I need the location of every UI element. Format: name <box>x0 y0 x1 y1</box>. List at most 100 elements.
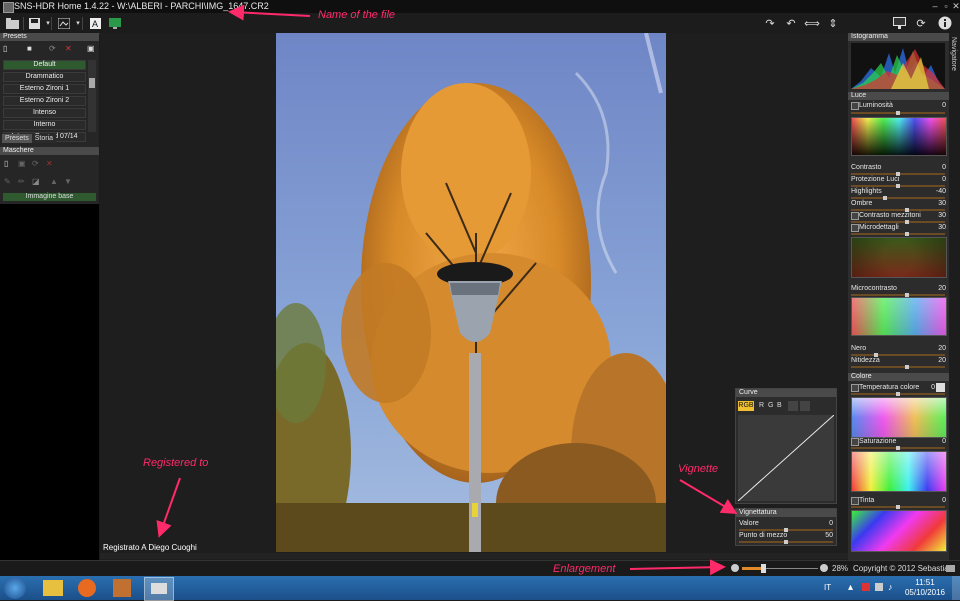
luminosita-checkbox[interactable] <box>851 102 859 110</box>
new-mask-icon[interactable]: ▯ <box>4 159 8 168</box>
vignette-value-slider[interactable] <box>739 528 833 532</box>
channel-r-button[interactable]: R <box>759 402 764 409</box>
export-dropdown-icon[interactable]: ▾ <box>70 15 86 31</box>
gradient-icon[interactable]: ◪ <box>32 177 40 186</box>
pencil-icon[interactable]: ✏ <box>18 177 25 186</box>
network-icon[interactable] <box>875 583 883 591</box>
save-dropdown-icon[interactable]: ▾ <box>40 15 56 31</box>
zoom-out-icon[interactable] <box>731 564 739 572</box>
clock-time[interactable]: 11:51 <box>905 578 945 587</box>
open-folder-icon[interactable] <box>4 15 20 31</box>
explorer-icon[interactable] <box>43 580 63 596</box>
tab-presets[interactable]: Presets <box>2 134 32 143</box>
flip-vertical-icon[interactable]: ⇕ <box>825 15 841 31</box>
slider-thumb[interactable] <box>905 232 909 236</box>
microdettagli-checkbox[interactable] <box>851 224 859 232</box>
tinta-checkbox[interactable] <box>851 497 859 505</box>
preset-item-default[interactable]: Default <box>3 60 86 70</box>
saturazione-checkbox[interactable] <box>851 438 859 446</box>
saturazione-slider[interactable] <box>851 446 945 450</box>
slider-thumb[interactable] <box>896 505 900 509</box>
tinta-slider[interactable] <box>851 505 945 509</box>
clock-date[interactable]: 05/10/2016 <box>902 588 948 597</box>
sns-hdr-taskbar-icon[interactable] <box>144 577 174 601</box>
channel-rgb-button[interactable]: RGB <box>738 401 754 411</box>
slider-thumb[interactable] <box>905 220 909 224</box>
horizontal-scrollbar[interactable] <box>100 553 848 559</box>
text-icon[interactable]: A <box>87 15 103 31</box>
app-taskbar-icon[interactable] <box>113 579 131 597</box>
eyedropper-icon[interactable] <box>936 383 945 392</box>
flip-horizontal-icon[interactable]: ⟺ <box>804 15 820 31</box>
left-panel: Presets ▯ ■ ⟳ ✕ ▣ Default Drammatico Est… <box>0 33 99 560</box>
contrasto-mezzitoni-slider[interactable] <box>851 220 945 224</box>
refresh-preset-icon[interactable]: ⟳ <box>49 44 56 53</box>
microdettagli-slider[interactable] <box>851 232 945 236</box>
channel-g-button[interactable]: G <box>768 402 773 409</box>
presets-scrollbar[interactable] <box>88 60 96 132</box>
image-preset-icon[interactable]: ▣ <box>87 44 95 53</box>
slider-thumb[interactable] <box>896 392 900 396</box>
resize-grip-icon[interactable] <box>946 565 955 572</box>
ombre-slider[interactable] <box>851 208 945 212</box>
green-screen-icon[interactable] <box>107 15 123 31</box>
navigator-tab[interactable]: Navigatore <box>949 33 960 560</box>
temperatura-slider[interactable] <box>851 392 945 396</box>
luminosita-slider[interactable] <box>851 111 945 115</box>
slider-thumb[interactable] <box>882 196 887 200</box>
preset-item[interactable]: Esterno Zironi 2 <box>3 96 86 106</box>
zoom-slider[interactable] <box>742 564 818 573</box>
new-preset-icon[interactable]: ▯ <box>3 44 7 53</box>
refresh-mask-icon[interactable]: ⟳ <box>32 159 39 168</box>
slider-thumb[interactable] <box>896 111 900 115</box>
refresh-icon[interactable]: ⟳ <box>913 15 929 31</box>
media-player-icon[interactable] <box>78 579 96 597</box>
info-icon[interactable] <box>937 15 953 31</box>
copy-mask-icon[interactable]: ▣ <box>18 159 26 168</box>
zoom-in-icon[interactable] <box>820 564 828 572</box>
maximize-button[interactable]: ▫ <box>941 1 951 11</box>
tray-flag-icon[interactable] <box>862 583 870 591</box>
save-preset-icon[interactable]: ■ <box>27 44 32 53</box>
curve-edit-icon[interactable] <box>800 401 810 411</box>
preset-item[interactable]: Esterno Zironi 1 <box>3 84 86 94</box>
microcontrasto-slider[interactable] <box>851 293 945 297</box>
minimize-button[interactable]: – <box>930 1 940 11</box>
protezione-luci-slider[interactable] <box>851 184 945 188</box>
volume-icon[interactable]: ♪ <box>888 582 893 592</box>
contrasto-slider[interactable] <box>851 172 945 176</box>
mask-item-base[interactable]: Immagine base <box>3 193 96 201</box>
slider-thumb[interactable] <box>896 184 900 188</box>
slider-thumb[interactable] <box>905 365 909 369</box>
rotate-ccw-icon[interactable]: ↶ <box>783 15 799 31</box>
nitidezza-slider[interactable] <box>851 365 945 369</box>
vignette-midpoint-slider[interactable] <box>739 540 833 544</box>
channel-b-button[interactable]: B <box>777 402 782 409</box>
tab-storia[interactable]: Storia <box>31 134 57 143</box>
language-indicator[interactable]: IT <box>824 583 831 592</box>
zoom-slider-thumb[interactable] <box>761 564 767 573</box>
brush-icon[interactable]: ✎ <box>4 177 11 186</box>
close-button[interactable]: ✕ <box>951 1 960 11</box>
preset-item[interactable]: Intenso <box>3 108 86 118</box>
curve-pen-icon[interactable] <box>788 401 798 411</box>
temperatura-checkbox[interactable] <box>851 384 859 392</box>
slider-thumb[interactable] <box>784 540 788 544</box>
show-desktop-button[interactable] <box>952 576 960 600</box>
highlights-slider[interactable] <box>851 196 945 200</box>
tinta-preview <box>851 510 947 552</box>
curve-graph[interactable] <box>738 415 834 501</box>
tray-up-icon[interactable]: ▴ <box>848 582 853 593</box>
slider-thumb[interactable] <box>896 446 900 450</box>
nero-slider[interactable] <box>851 353 945 357</box>
preset-item[interactable]: Interno <box>3 120 86 130</box>
move-down-icon[interactable]: ▼ <box>64 177 72 186</box>
move-up-icon[interactable]: ▲ <box>50 177 58 186</box>
rotate-cw-icon[interactable]: ↷ <box>762 15 778 31</box>
preset-item[interactable]: Drammatico <box>3 72 86 82</box>
delete-preset-icon[interactable]: ✕ <box>65 44 72 53</box>
delete-mask-icon[interactable]: ✕ <box>46 159 53 168</box>
start-button[interactable] <box>4 577 26 599</box>
monitor-icon[interactable] <box>891 15 907 31</box>
contrasto-mezzitoni-checkbox[interactable] <box>851 212 859 220</box>
